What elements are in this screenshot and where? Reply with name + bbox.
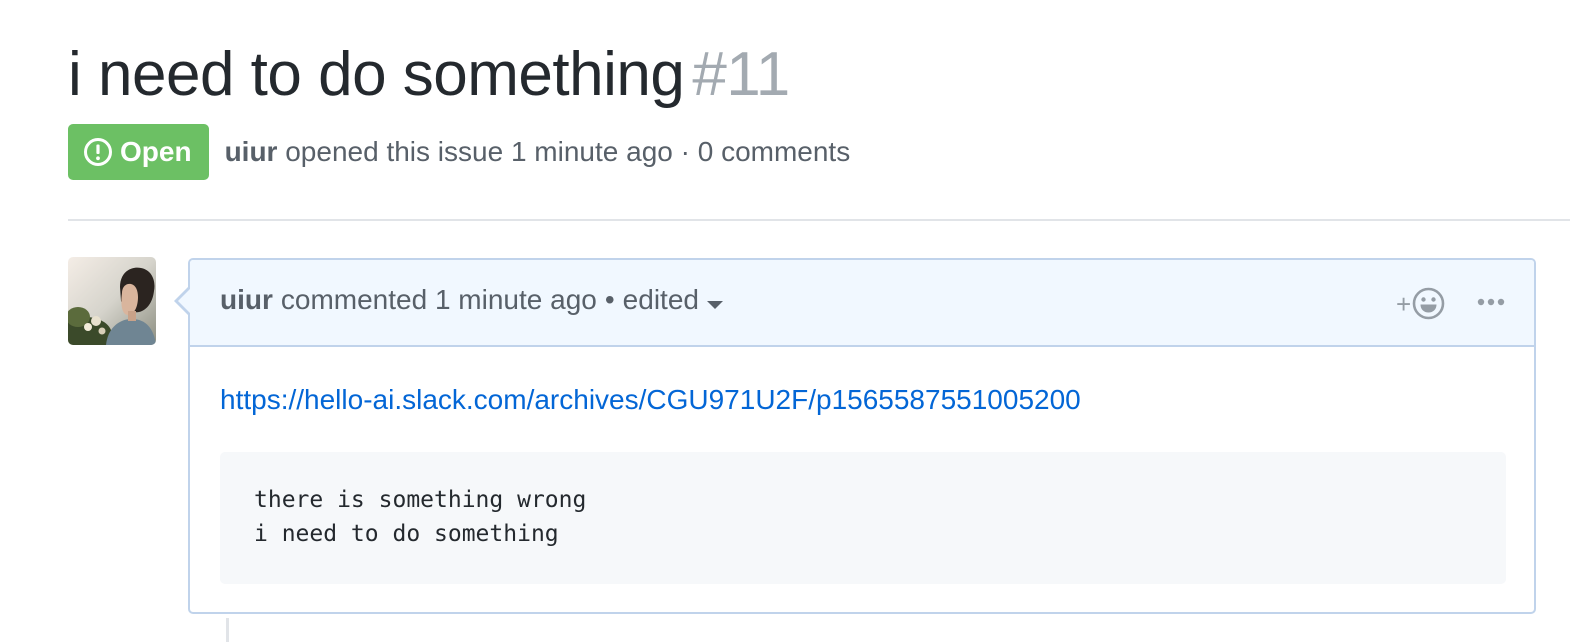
issue-title: i need to do something — [68, 40, 685, 109]
comment-author-link[interactable]: uiur — [220, 284, 273, 316]
smiley-icon — [1412, 287, 1445, 320]
status-label: Open — [120, 136, 192, 167]
issue-opened-text: opened this issue 1 minute ago · 0 comme… — [285, 136, 851, 167]
issue-meta: Open uiur opened this issue 1 minute ago… — [68, 124, 850, 180]
issue-opened-icon — [84, 138, 112, 166]
plus-label: + — [1396, 288, 1412, 319]
issue-author-link[interactable]: uiur — [225, 136, 278, 167]
separator-dot: • — [604, 284, 615, 315]
issue-title-heading: i need to do something #11 — [68, 38, 790, 112]
slack-archive-link[interactable]: https://hello-ai.slack.com/archives/CGU9… — [220, 384, 1081, 416]
more-options-button[interactable] — [1476, 288, 1506, 316]
avatar-image — [68, 257, 156, 345]
issue-page: i need to do something #11 Open uiur open… — [0, 0, 1570, 642]
edited-dropdown[interactable]: edited — [623, 284, 723, 316]
issue-number: #11 — [692, 40, 790, 109]
timeline-line — [226, 618, 229, 642]
issue-meta-text: uiur opened this issue 1 minute ago · 0 … — [225, 136, 851, 168]
comment-container: uiur commented 1 minute ago • edited + h… — [174, 258, 1536, 614]
header-divider — [68, 219, 1570, 221]
chevron-down-icon — [706, 301, 723, 309]
edited-label: edited — [622, 284, 699, 315]
status-badge: Open — [68, 124, 209, 180]
add-reaction-button[interactable]: + — [1396, 287, 1445, 320]
code-block: there is something wrong i need to do so… — [220, 452, 1506, 584]
avatar[interactable] — [68, 257, 156, 345]
comment-header: uiur commented 1 minute ago • edited + — [190, 260, 1534, 347]
kebab-horizontal-icon — [1477, 298, 1505, 306]
comment-header-text: uiur commented 1 minute ago • edited — [220, 284, 723, 316]
comment-timestamp: commented 1 minute ago — [280, 284, 597, 315]
